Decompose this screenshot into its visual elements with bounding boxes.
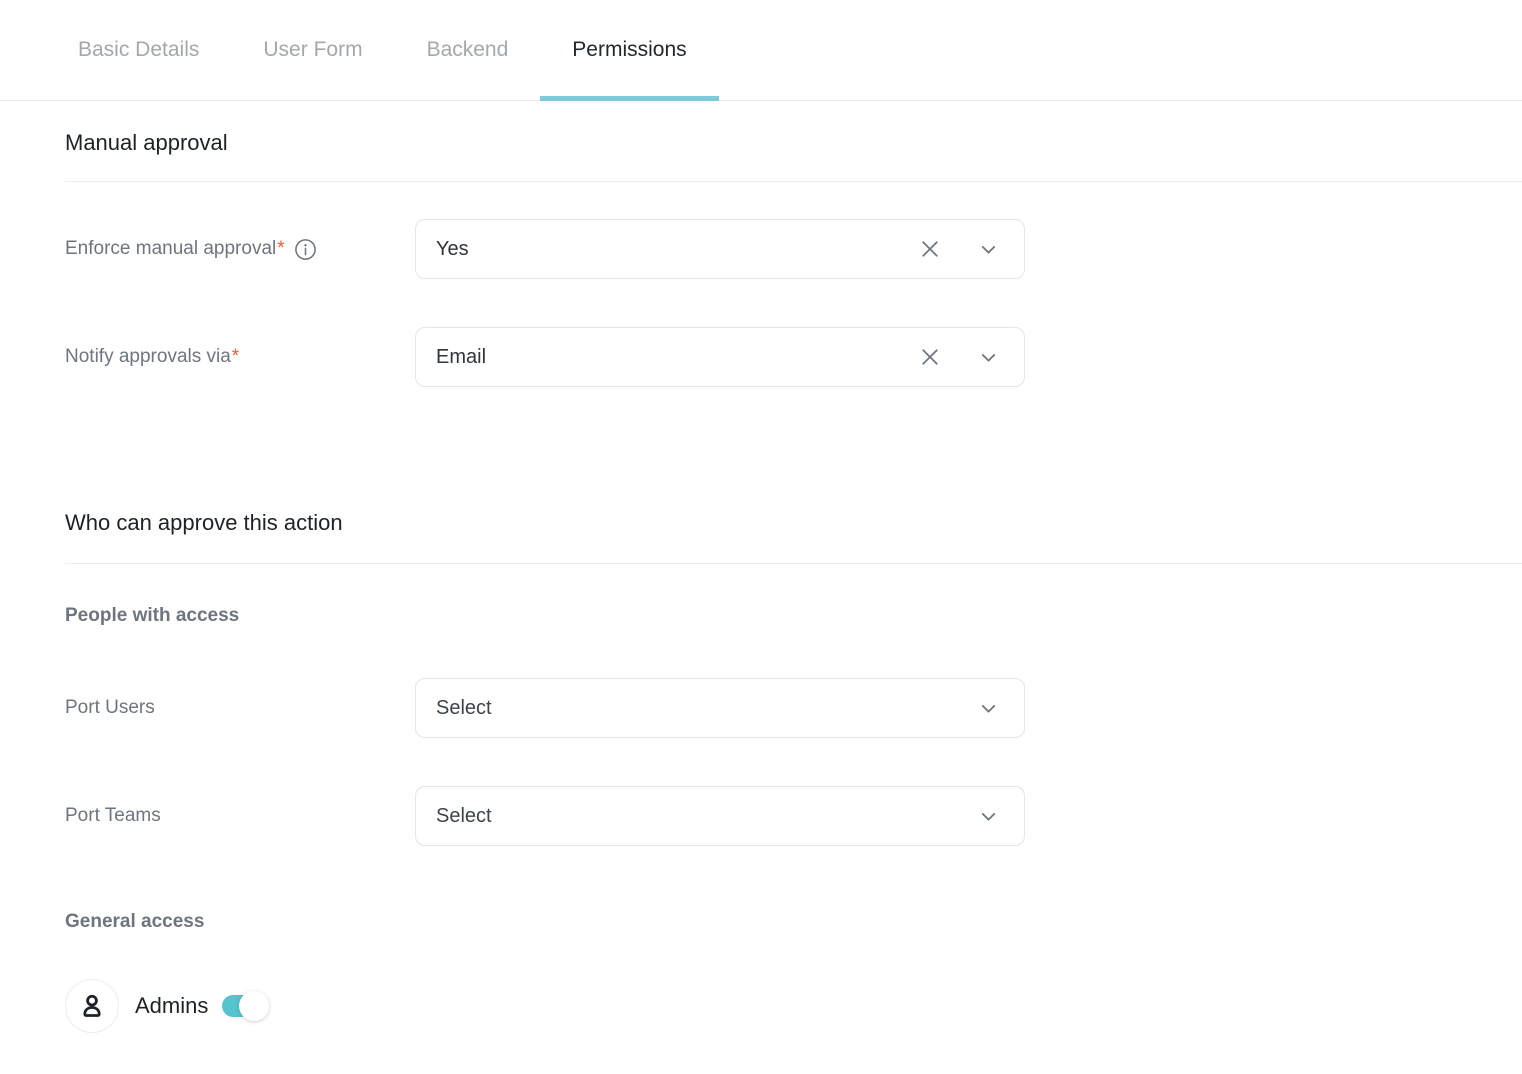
permissions-panel: Manual approval Enforce manual approval*… [0, 130, 1522, 1033]
required-asterisk: * [277, 238, 284, 260]
admins-toggle[interactable] [222, 995, 266, 1017]
select-value: Yes [436, 238, 469, 261]
tab-user-form[interactable]: User Form [231, 0, 394, 100]
divider [65, 563, 1522, 564]
select-placeholder: Select [436, 805, 492, 828]
divider [65, 181, 1522, 182]
port-teams-row: Port Teams Select [65, 786, 1522, 846]
toggle-knob [239, 991, 269, 1021]
port-teams-select[interactable]: Select [415, 786, 1025, 846]
select-placeholder: Select [436, 697, 492, 720]
admins-label: Admins [135, 993, 208, 1019]
field-label-text: Port Users [65, 697, 155, 719]
tab-bar: Basic Details User Form Backend Permissi… [0, 0, 1522, 101]
avatar [65, 979, 119, 1033]
chevron-down-icon[interactable] [977, 238, 1000, 261]
port-users-row: Port Users Select [65, 678, 1522, 738]
section-title-who-can-approve: Who can approve this action [65, 510, 1522, 536]
notify-approvals-label: Notify approvals via* [65, 346, 415, 368]
enforce-manual-approval-label: Enforce manual approval* [65, 238, 415, 261]
chevron-down-icon[interactable] [977, 346, 1000, 369]
port-users-label: Port Users [65, 697, 415, 719]
chevron-down-icon[interactable] [977, 805, 1000, 828]
clear-icon[interactable] [916, 343, 944, 371]
tab-permissions[interactable]: Permissions [540, 0, 718, 100]
admins-access-row: Admins [65, 979, 1522, 1033]
field-label-text: Notify approvals via [65, 346, 231, 368]
clear-icon[interactable] [916, 235, 944, 263]
field-label-text: Enforce manual approval [65, 238, 276, 260]
user-icon [76, 990, 108, 1022]
notify-approvals-row: Notify approvals via* Email [65, 327, 1522, 387]
section-title-manual-approval: Manual approval [65, 130, 1522, 156]
subsection-title-general-access: General access [65, 911, 1522, 933]
notify-approvals-select[interactable]: Email [415, 327, 1025, 387]
port-users-select[interactable]: Select [415, 678, 1025, 738]
required-asterisk: * [232, 346, 239, 368]
subsection-title-people-with-access: People with access [65, 605, 1522, 627]
info-icon[interactable] [294, 238, 317, 261]
chevron-down-icon[interactable] [977, 697, 1000, 720]
tab-basic-details[interactable]: Basic Details [46, 0, 231, 100]
port-teams-label: Port Teams [65, 805, 415, 827]
field-label-text: Port Teams [65, 805, 161, 827]
enforce-manual-approval-select[interactable]: Yes [415, 219, 1025, 279]
select-value: Email [436, 346, 486, 369]
enforce-manual-approval-row: Enforce manual approval* Yes [65, 219, 1522, 279]
tab-backend[interactable]: Backend [395, 0, 541, 100]
